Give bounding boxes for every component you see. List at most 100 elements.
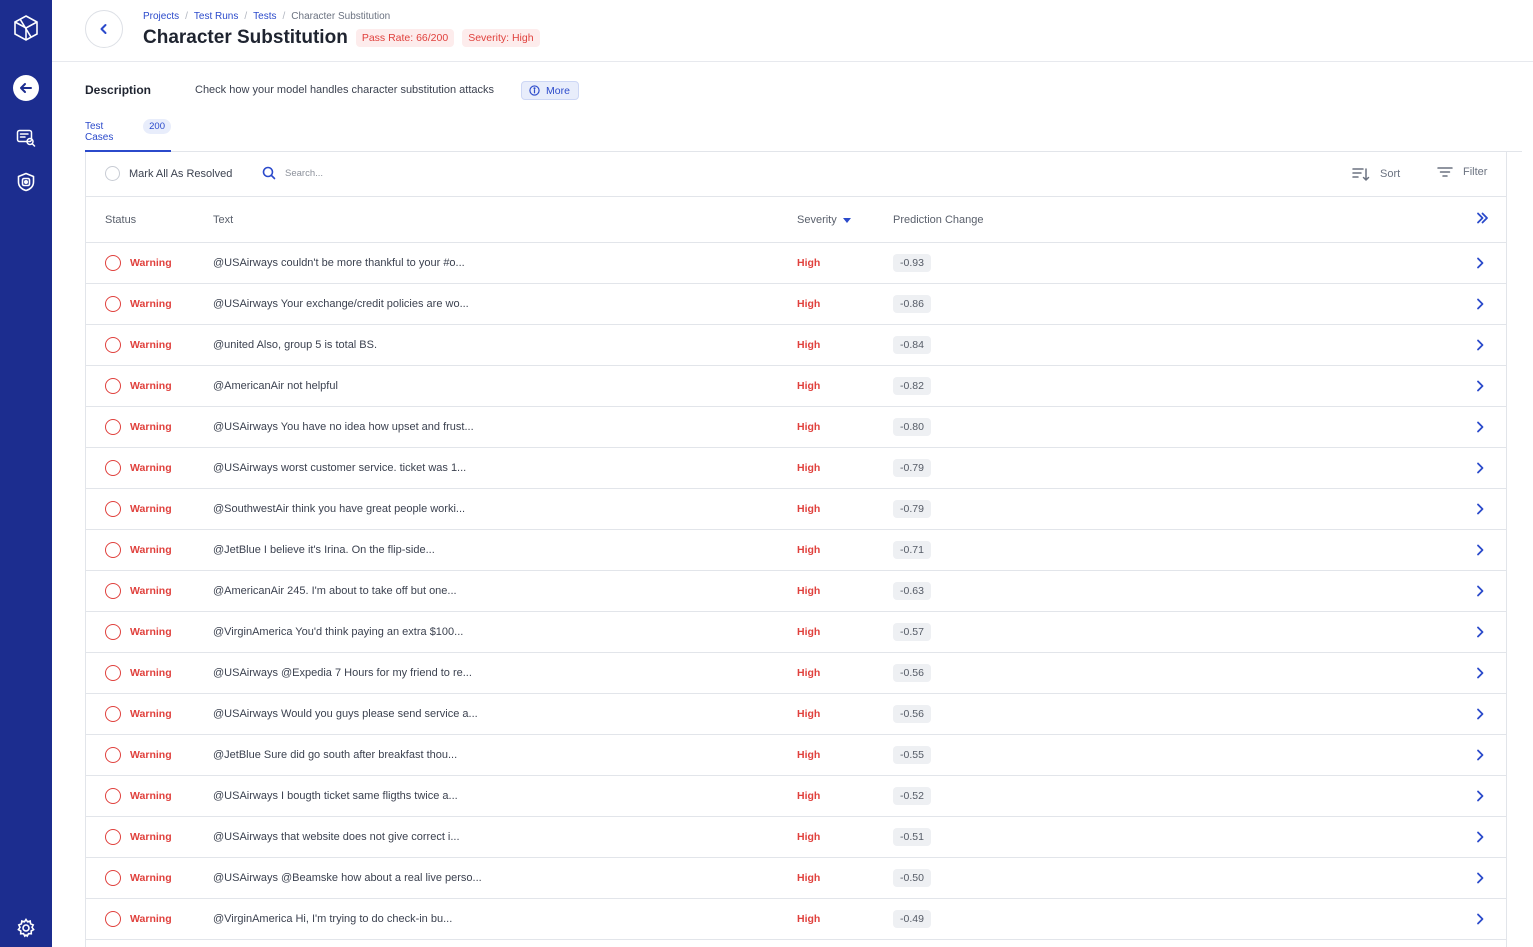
status-label: Warning [130,913,172,925]
breadcrumb-tests[interactable]: Tests [253,11,276,22]
row-open-button[interactable] [1475,612,1485,652]
warning-circle-icon[interactable] [105,665,121,681]
row-open-button[interactable] [1475,858,1485,898]
warning-circle-icon[interactable] [105,706,121,722]
warning-circle-icon[interactable] [105,911,121,927]
prediction-change-value: -0.56 [893,664,931,682]
prediction-change-value: -0.57 [893,623,931,641]
status-cell: Warning [105,448,172,488]
severity-cell: High [797,421,821,433]
chevron-right-icon [1477,626,1484,638]
status-label: Warning [130,872,172,884]
tab-test-cases[interactable]: Test Cases 200 [85,112,171,152]
table-row[interactable]: Warning @USAirways You have no idea how … [86,407,1506,448]
severity-cell: High [797,790,821,802]
table-row[interactable]: Warning @USAirways @Expedia 7 Hours for … [86,653,1506,694]
column-header-status[interactable]: Status [105,214,136,226]
status-label: Warning [130,585,172,597]
table-row[interactable]: Warning @USAirways Would you guys please… [86,694,1506,735]
sort-button[interactable]: Sort [1352,166,1400,182]
row-open-button[interactable] [1475,325,1485,365]
row-open-button[interactable] [1475,735,1485,775]
row-open-button[interactable] [1475,243,1485,283]
status-cell: Warning [105,776,172,816]
mark-all-radio[interactable] [105,166,120,181]
row-open-button[interactable] [1475,407,1485,447]
breadcrumb-projects[interactable]: Projects [143,11,179,22]
table-row[interactable]: Warning @VirginAmerica Hi, I'm trying to… [86,899,1506,940]
row-open-button[interactable] [1475,489,1485,529]
warning-circle-icon[interactable] [105,870,121,886]
chevron-right-icon [1477,339,1484,351]
warning-circle-icon[interactable] [105,501,121,517]
mark-all-resolved[interactable]: Mark All As Resolved [105,166,232,181]
column-header-prediction-change[interactable]: Prediction Change [893,214,984,226]
gear-icon[interactable] [0,914,52,942]
text-cell: @AmericanAir not helpful [213,380,338,392]
table-row[interactable]: Warning @JetBlue I believe it's Irina. O… [86,530,1506,571]
table-row[interactable]: Warning @SouthwestAir think you have gre… [86,489,1506,530]
table-row[interactable]: Warning @JetBlue Sure did go south after… [86,735,1506,776]
table-row[interactable]: Warning @USAirways @Beamske how about a … [86,858,1506,899]
warning-circle-icon[interactable] [105,255,121,271]
shield-icon[interactable] [0,168,52,196]
sidebar [0,0,52,947]
row-open-button[interactable] [1475,776,1485,816]
prediction-change-value: -0.49 [893,910,931,928]
breadcrumb-test-runs[interactable]: Test Runs [194,11,238,22]
warning-circle-icon[interactable] [105,337,121,353]
row-open-button[interactable] [1475,694,1485,734]
breadcrumb-separator: / [185,11,188,22]
warning-circle-icon[interactable] [105,747,121,763]
warning-circle-icon[interactable] [105,542,121,558]
table-row[interactable]: Warning @AmericanAir 245. I'm about to t… [86,571,1506,612]
more-button[interactable]: More [521,81,579,100]
severity-cell: High [797,462,821,474]
search-list-icon[interactable] [0,124,52,152]
prediction-change-cell: -0.84 [893,325,931,365]
row-open-button[interactable] [1475,448,1485,488]
table-row[interactable]: Warning @AmericanAir not helpful High -0… [86,366,1506,407]
back-button[interactable] [85,10,123,48]
row-open-button[interactable] [1475,653,1485,693]
table-row[interactable]: Warning @USAirways that website does not… [86,817,1506,858]
row-open-button[interactable] [1475,899,1485,939]
row-open-button[interactable] [1475,530,1485,570]
warning-circle-icon[interactable] [105,788,121,804]
pass-rate-badge: Pass Rate: 66/200 [355,29,455,47]
warning-circle-icon[interactable] [105,624,121,640]
warning-circle-icon[interactable] [105,829,121,845]
prediction-change-value: -0.79 [893,500,931,518]
text-cell: @USAirways worst customer service. ticke… [213,462,467,474]
row-open-button[interactable] [1475,284,1485,324]
warning-circle-icon[interactable] [105,460,121,476]
table-row[interactable]: Warning @USAirways Your exchange/credit … [86,284,1506,325]
row-open-button[interactable] [1475,817,1485,857]
severity-cell: High [797,380,821,392]
filter-button[interactable]: Filter [1437,166,1487,178]
warning-circle-icon[interactable] [105,419,121,435]
row-open-button[interactable] [1475,366,1485,406]
warning-circle-icon[interactable] [105,583,121,599]
expand-all-button[interactable] [1475,211,1489,230]
text-cell: @united Also, group 5 is total BS. [213,339,378,351]
table-row[interactable]: Warning @USAirways couldn't be more than… [86,243,1506,284]
row-open-button[interactable] [1475,571,1485,611]
table-row[interactable]: Warning @VirginAmerica You'd think payin… [86,612,1506,653]
text-cell: @USAirways I bougth ticket same fligths … [213,790,458,802]
search-input[interactable] [285,167,525,179]
column-header-text[interactable]: Text [213,214,233,226]
warning-circle-icon[interactable] [105,296,121,312]
status-label: Warning [130,790,172,802]
table-row[interactable]: Warning @USAirways I bougth ticket same … [86,776,1506,817]
back-arrow-icon[interactable] [0,74,52,102]
column-header-severity[interactable]: Severity [797,214,851,226]
table-row[interactable]: Warning @USAirways worst customer servic… [86,448,1506,489]
prediction-change-cell: -0.55 [893,735,931,775]
text-cell: @USAirways You have no idea how upset an… [213,421,474,433]
prediction-change-value: -0.56 [893,705,931,723]
breadcrumb-current: Character Substitution [291,11,391,22]
warning-circle-icon[interactable] [105,378,121,394]
logo-icon[interactable] [0,12,52,44]
table-row[interactable]: Warning @united Also, group 5 is total B… [86,325,1506,366]
